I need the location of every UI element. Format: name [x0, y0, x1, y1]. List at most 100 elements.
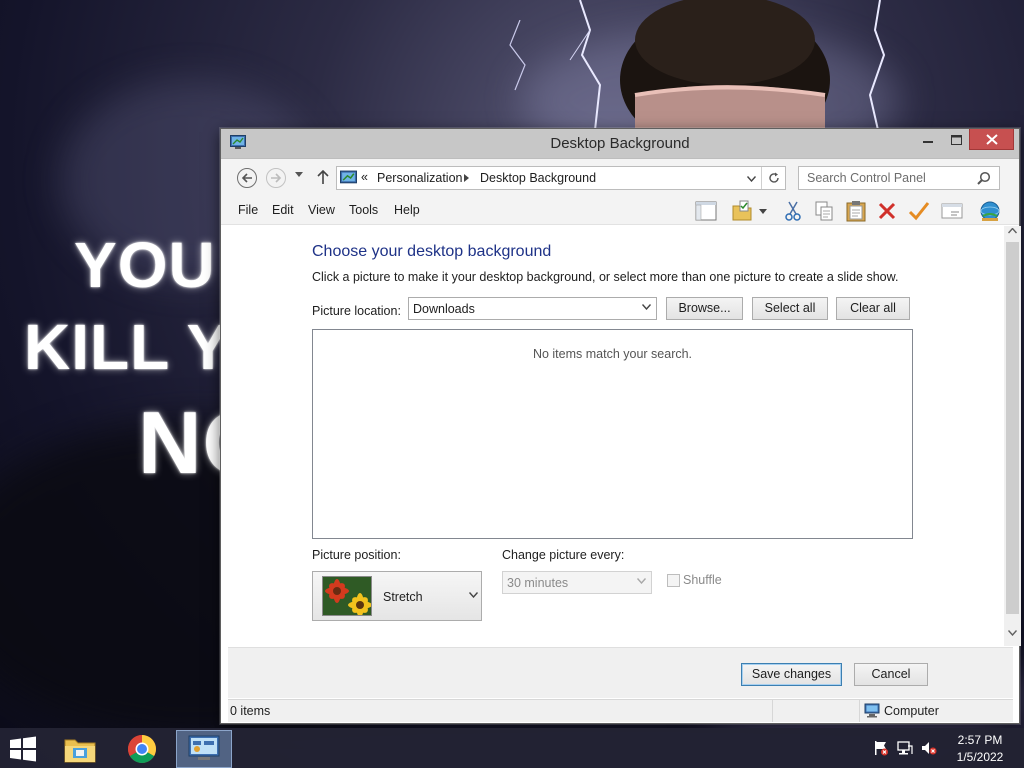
window-title: Desktop Background — [550, 135, 690, 152]
close-button[interactable] — [969, 129, 1014, 150]
lightning-icon — [868, 0, 886, 130]
taskbar-chrome[interactable] — [114, 730, 170, 768]
chevron-down-icon — [746, 176, 756, 182]
address-bar[interactable]: « Personalization Desktop Background — [336, 166, 786, 190]
dialog-footer: Save changes Cancel — [228, 647, 1013, 698]
picture-list[interactable]: No items match your search. — [312, 329, 913, 539]
forward-arrow-icon — [271, 173, 282, 183]
breadcrumb-personalization[interactable]: Personalization — [377, 171, 462, 185]
chevron-down-icon — [637, 578, 646, 584]
status-bar: 0 items Computer — [228, 699, 1013, 722]
taskbar: 2:57 PM 1/5/2022 — [0, 728, 1024, 768]
picture-location-value: Downloads — [413, 302, 475, 316]
chevron-right-icon[interactable] — [464, 174, 469, 182]
properties-button[interactable] — [940, 200, 964, 222]
navigation-bar: « Personalization Desktop Background — [221, 159, 1019, 195]
taskbar-file-explorer[interactable] — [52, 730, 108, 768]
vertical-scrollbar[interactable] — [1004, 226, 1021, 646]
status-divider — [772, 700, 773, 722]
checkmark-icon — [908, 202, 930, 221]
scroll-down-icon[interactable] — [1008, 630, 1017, 636]
clock-date[interactable]: 1/5/2022 — [940, 750, 1020, 764]
change-picture-label: Change picture every: — [502, 548, 625, 562]
menu-edit[interactable]: Edit — [272, 203, 294, 217]
chrome-icon — [128, 735, 156, 763]
wallpaper-figure — [620, 0, 830, 130]
breadcrumb-desktop-background[interactable]: Desktop Background — [480, 171, 596, 185]
dropdown-icon — [759, 208, 767, 214]
search-icon[interactable] — [977, 171, 991, 185]
empty-message: No items match your search. — [532, 347, 693, 361]
menu-view[interactable]: View — [308, 203, 335, 217]
chevron-down-icon — [642, 304, 651, 310]
menu-bar: File Edit View Tools Help — [221, 195, 1019, 225]
save-changes-button[interactable]: Save changes — [741, 663, 842, 686]
picture-position-value: Stretch — [383, 590, 423, 604]
page-description: Click a picture to make it your desktop … — [312, 270, 899, 284]
forward-button[interactable] — [266, 168, 286, 188]
breadcrumb-overflow[interactable]: « — [361, 170, 368, 184]
address-dropdown-button[interactable] — [743, 171, 759, 187]
globe-button[interactable] — [978, 200, 1002, 222]
status-divider — [859, 700, 860, 722]
cut-button[interactable] — [781, 200, 805, 222]
change-picture-value: 30 minutes — [507, 576, 569, 590]
search-input[interactable] — [800, 168, 970, 188]
content-panel: Choose your desktop background Click a p… — [228, 226, 1021, 646]
globe-icon — [980, 201, 1000, 221]
cut-icon — [785, 201, 801, 221]
location-zone: Computer — [884, 704, 939, 718]
close-icon — [985, 133, 998, 145]
minimize-button[interactable] — [915, 129, 941, 150]
select-all-button[interactable]: Select all — [752, 297, 828, 320]
cancel-button[interactable]: Cancel — [854, 663, 928, 686]
start-button[interactable] — [8, 736, 38, 762]
scroll-up-icon[interactable] — [1008, 228, 1017, 234]
copy-button[interactable] — [812, 200, 836, 222]
lightning-icon — [509, 20, 526, 91]
item-count: 0 items — [230, 704, 271, 718]
up-arrow-icon[interactable] — [317, 170, 329, 184]
volume-muted-icon[interactable] — [921, 740, 937, 756]
page-title: Choose your desktop background — [312, 243, 552, 260]
properties-icon — [941, 203, 963, 219]
folder-options-dropdown[interactable] — [756, 200, 770, 222]
menu-help[interactable]: Help — [394, 203, 420, 217]
clear-all-button[interactable]: Clear all — [836, 297, 910, 320]
action-center-flag-icon[interactable] — [873, 740, 889, 756]
shuffle-checkbox[interactable] — [667, 574, 680, 587]
control-panel-icon — [188, 735, 220, 760]
file-explorer-icon — [64, 739, 96, 763]
scrollbar-thumb[interactable] — [1006, 242, 1019, 614]
picture-location-select[interactable]: Downloads — [408, 297, 657, 320]
change-picture-select[interactable]: 30 minutes — [502, 571, 652, 594]
delete-button[interactable] — [875, 200, 899, 222]
flower-thumbnail-icon — [323, 577, 371, 615]
menu-tools[interactable]: Tools — [349, 203, 378, 217]
title-bar[interactable]: Desktop Background — [221, 129, 1019, 159]
maximize-button[interactable] — [943, 129, 969, 150]
back-arrow-icon — [241, 173, 252, 183]
back-button[interactable] — [237, 168, 257, 188]
picture-position-select[interactable]: Stretch — [312, 571, 482, 621]
apply-button[interactable] — [907, 200, 931, 222]
minimize-icon — [923, 140, 933, 143]
recent-locations-icon[interactable] — [295, 172, 303, 178]
desktop-background-window: Desktop Background « Personalization Des… — [220, 128, 1021, 724]
paste-button[interactable] — [844, 200, 868, 222]
network-icon[interactable] — [897, 740, 913, 756]
taskbar-control-panel[interactable] — [176, 730, 232, 768]
clock-time[interactable]: 2:57 PM — [940, 733, 1020, 747]
picture-location-label: Picture location: — [312, 304, 401, 318]
menu-file[interactable]: File — [238, 203, 258, 217]
browse-button[interactable]: Browse... — [666, 297, 743, 320]
chevron-down-icon — [469, 592, 478, 598]
search-box[interactable] — [798, 166, 1000, 190]
refresh-button[interactable] — [761, 167, 785, 189]
folder-options-button[interactable] — [730, 200, 754, 222]
refresh-icon — [768, 172, 779, 183]
layout-button[interactable] — [694, 200, 718, 222]
control-panel-icon — [340, 170, 357, 184]
shuffle-label: Shuffle — [683, 573, 722, 587]
picture-position-preview — [322, 576, 372, 616]
